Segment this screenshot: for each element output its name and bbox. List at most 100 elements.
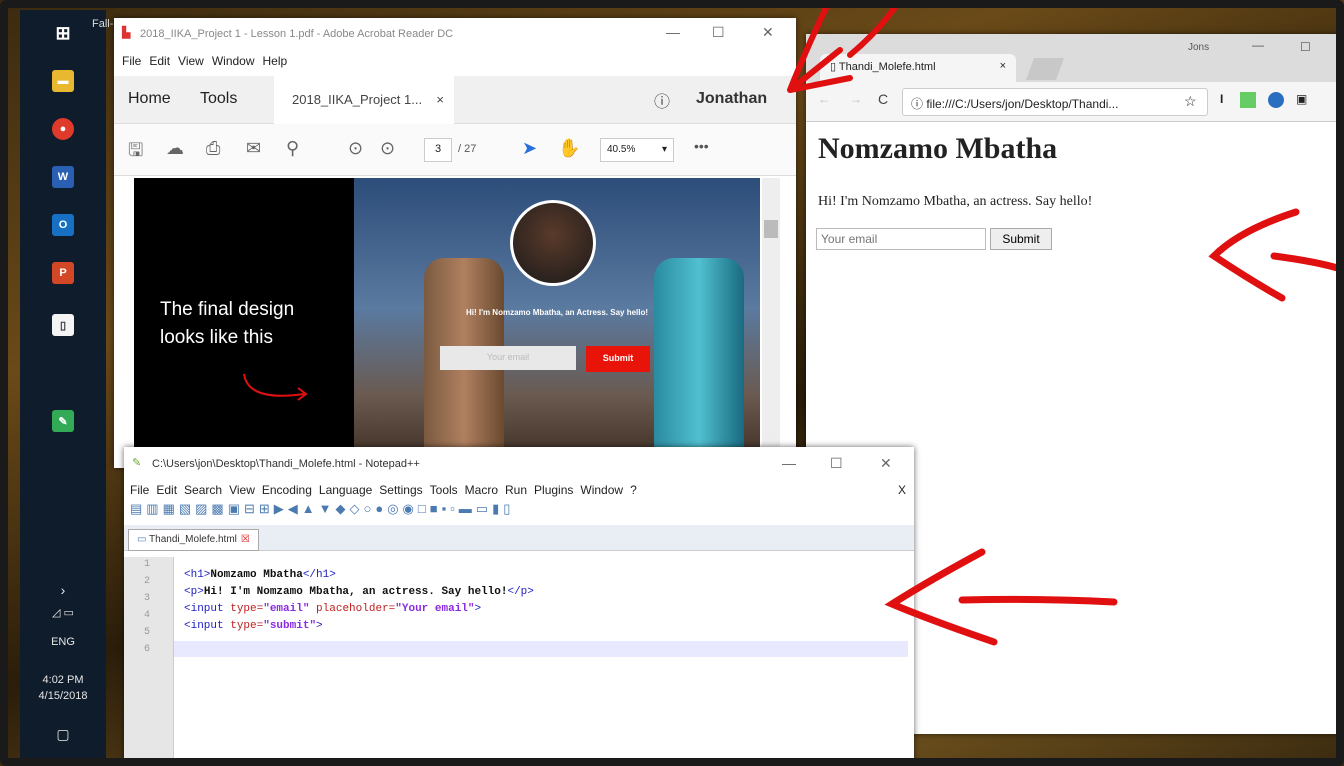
document-icon[interactable]: ▯	[52, 314, 74, 336]
chrome-icon[interactable]: ●	[52, 118, 74, 140]
page-number-input[interactable]: 3	[424, 138, 452, 162]
action-center-icon[interactable]: ▢	[20, 726, 106, 743]
close-tab-icon[interactable]: ×	[1000, 60, 1006, 72]
hand-tool-icon[interactable]: ✋	[558, 138, 580, 159]
zoom-dropdown[interactable]: 40.5% ▾	[600, 138, 674, 162]
close-tab-icon[interactable]: ×	[436, 92, 444, 107]
menu-window[interactable]: Window	[212, 54, 255, 68]
code-line-4: <input type="email" placeholder="Your em…	[184, 603, 482, 615]
acrobat-window: ▙ 2018_IIKA_Project 1 - Lesson 1.pdf - A…	[114, 18, 796, 468]
file-tab-label: Thandi_Molefe.html	[149, 534, 237, 545]
file-explorer-icon[interactable]: ▬	[52, 70, 74, 92]
print-icon[interactable]: ⎙	[206, 138, 220, 159]
menu-help[interactable]: ?	[630, 483, 637, 497]
cloud-upload-icon[interactable]: ☁	[166, 138, 184, 159]
maximize-icon[interactable]: ☐	[830, 455, 843, 472]
menu-window[interactable]: Window	[580, 483, 623, 497]
search-icon[interactable]: ⚲	[286, 138, 299, 159]
language-indicator[interactable]: ENG	[20, 636, 106, 648]
more-options-icon[interactable]: •••	[694, 138, 709, 154]
windows-start-icon[interactable]: ⊞	[52, 22, 74, 44]
chevron-down-icon: ▾	[661, 144, 667, 155]
reload-icon[interactable]: C	[878, 91, 888, 107]
menu-macro[interactable]: Macro	[465, 483, 498, 497]
slide-submit-button: Submit	[586, 346, 650, 372]
slide-email-field: Your email	[440, 346, 576, 370]
user-name[interactable]: Jonathan	[696, 90, 767, 108]
acrobat-titlebar: ▙ 2018_IIKA_Project 1 - Lesson 1.pdf - A…	[114, 18, 796, 48]
tab-tools[interactable]: Tools	[200, 90, 237, 108]
extension-gray-icon[interactable]: ▣	[1296, 92, 1307, 106]
powerpoint-icon[interactable]: P	[52, 262, 74, 284]
menu-file[interactable]: File	[122, 54, 141, 68]
menu-file[interactable]: File	[130, 483, 149, 497]
scrollbar-thumb[interactable]	[764, 220, 778, 238]
menu-edit[interactable]: Edit	[149, 54, 170, 68]
line-number: 3	[144, 593, 151, 604]
extension-blue-icon[interactable]	[1268, 92, 1284, 108]
background-window-title: Fall-	[92, 18, 114, 30]
maximize-icon[interactable]: ☐	[712, 24, 725, 41]
outlook-icon[interactable]: O	[52, 214, 74, 236]
clock-date[interactable]: 4/15/2018	[20, 690, 106, 702]
address-bar[interactable]: ⓘ file:///C:/Users/jon/Desktop/Thandi...	[902, 88, 1208, 116]
line-number: 2	[144, 576, 151, 587]
clock-time[interactable]: 4:02 PM	[20, 674, 106, 686]
notepadpp-icon[interactable]: ✎	[52, 410, 74, 432]
file-tab[interactable]: ▭ Thandi_Molefe.html ☒	[128, 529, 259, 551]
select-cursor-icon[interactable]: ➤	[522, 138, 537, 159]
close-icon[interactable]: ✕	[762, 24, 774, 41]
submit-button[interactable]: Submit	[990, 228, 1052, 250]
new-tab-button[interactable]	[1025, 58, 1065, 80]
menu-encoding[interactable]: Encoding	[262, 483, 312, 497]
notepadpp-tab-bar: ▭ Thandi_Molefe.html ☒	[124, 525, 914, 551]
extension-green-icon[interactable]	[1240, 92, 1256, 108]
menu-plugins[interactable]: Plugins	[534, 483, 573, 497]
slide-photo: Hi! I'm Nomzamo Mbatha, an Actress. Say …	[354, 178, 760, 468]
chrome-tab-title: Thandi_Molefe.html	[838, 61, 936, 73]
menu-run[interactable]: Run	[505, 483, 527, 497]
menu-tools[interactable]: Tools	[430, 483, 458, 497]
menu-edit[interactable]: Edit	[156, 483, 177, 497]
email-input[interactable]	[816, 228, 986, 250]
menu-view[interactable]: View	[178, 54, 204, 68]
close-tab-icon[interactable]: ☒	[241, 534, 250, 545]
code-editor[interactable]: <h1>Nomzamo Mbatha</h1> <p>Hi! I'm Nomza…	[174, 557, 914, 766]
line-number: 4	[144, 610, 151, 621]
minimize-icon[interactable]: —	[1252, 38, 1264, 52]
line-number: 1	[144, 559, 151, 570]
page-down-icon[interactable]: ⊙	[380, 138, 395, 159]
menu-view[interactable]: View	[229, 483, 255, 497]
slide-heading: The final design looks like this	[160, 296, 294, 352]
help-icon[interactable]: ⓘ	[654, 88, 670, 112]
menu-search[interactable]: Search	[184, 483, 222, 497]
close-document-icon[interactable]: X	[898, 483, 906, 497]
extension-i-icon[interactable]: I	[1220, 92, 1223, 106]
chevron-up-icon[interactable]: ›	[20, 582, 106, 598]
chrome-tab[interactable]: ▯ Thandi_Molefe.html ×	[820, 54, 1016, 82]
save-icon[interactable]: 🖫	[128, 138, 143, 168]
menu-settings[interactable]: Settings	[379, 483, 422, 497]
close-icon[interactable]: ✕	[880, 455, 892, 472]
email-icon[interactable]: ✉	[246, 138, 261, 159]
word-icon[interactable]: W	[52, 166, 74, 188]
profile-name[interactable]: Jons	[1188, 42, 1209, 53]
menu-language[interactable]: Language	[319, 483, 372, 497]
tab-home[interactable]: Home	[128, 90, 171, 108]
tab-document[interactable]: 2018_IIKA_Project 1... ×	[274, 76, 454, 124]
network-icon[interactable]: ◿ ▭	[20, 606, 106, 619]
notepadpp-toolbar-icons[interactable]: ▤▥▦▧▨▩▣⊟⊞▶◀▲▼◆◇○●◎◉□■▪▫▬▭▮▯	[130, 501, 900, 521]
slide-heading-line2: looks like this	[160, 327, 273, 348]
bookmark-star-icon[interactable]: ☆	[1184, 93, 1197, 110]
menu-help[interactable]: Help	[263, 54, 288, 68]
minimize-icon[interactable]: —	[666, 24, 680, 40]
minimize-icon[interactable]: —	[782, 455, 796, 471]
page-heading: Nomzamo Mbatha	[818, 132, 1058, 165]
back-icon[interactable]: ←	[818, 92, 830, 106]
pdf-icon: ▙	[122, 27, 131, 39]
scrollbar[interactable]	[762, 178, 780, 468]
page-up-icon[interactable]: ⊙	[348, 138, 363, 159]
line-number: 6	[144, 644, 151, 655]
maximize-icon[interactable]: ☐	[1300, 40, 1311, 54]
forward-icon[interactable]: →	[850, 92, 862, 106]
